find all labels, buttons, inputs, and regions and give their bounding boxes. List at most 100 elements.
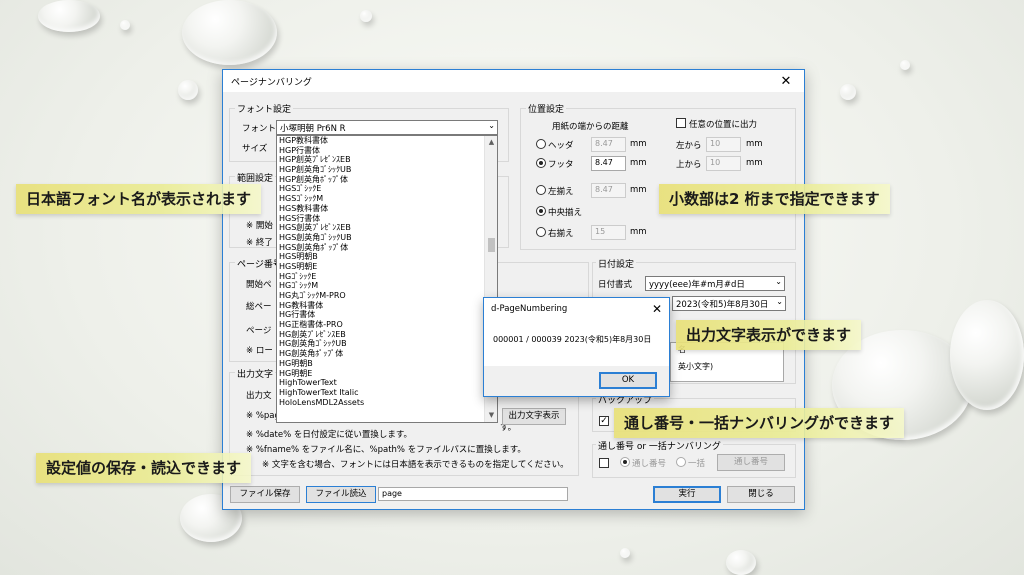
callout-fonts: 日本語フォント名が表示されます [16, 184, 262, 214]
align-center-radio[interactable]: 中央揃え [536, 206, 582, 218]
font-list-item[interactable]: HG創英ﾌﾟﾚｾﾞﾝｽEB [279, 330, 484, 340]
chevron-down-icon[interactable]: ▼ [485, 409, 497, 422]
header-distance-input[interactable]: 8.47 [591, 137, 626, 152]
serial-number-button[interactable]: 通し番号 [717, 454, 785, 471]
font-list-item[interactable]: HighTowerText [279, 378, 484, 388]
font-list-item[interactable]: HGS教科書体 [279, 204, 484, 214]
page-label: ページ [246, 326, 272, 336]
align-left-label: 左揃え [548, 187, 574, 197]
font-list-item[interactable]: HG教科書体 [279, 301, 484, 311]
header-radio[interactable]: ヘッダ [536, 139, 574, 151]
filename-input[interactable]: page [378, 487, 568, 501]
batch-radio[interactable]: 一括 [676, 457, 705, 469]
align-left-input[interactable]: 8.47 [591, 183, 626, 198]
note-date: ※ %date% を日付設定に従い置換します。 [246, 430, 412, 440]
backup-checkbox[interactable]: ✓ [599, 416, 609, 426]
align-right-radio[interactable]: 右揃え [536, 227, 574, 239]
save-file-button[interactable]: ファイル保存 [230, 486, 300, 503]
font-list-item[interactable]: HG丸ｺﾞｼｯｸM-PRO [279, 291, 484, 301]
serial-radio[interactable]: 通し番号 [620, 457, 666, 469]
chevron-down-icon: ⌄ [776, 297, 783, 306]
callout-serial: 通し番号・一括ナンバリングができます [614, 408, 905, 438]
align-center-radio-dot[interactable] [536, 206, 546, 216]
ok-button[interactable]: OK [599, 372, 657, 389]
serial-label: 通し番号 [632, 459, 667, 469]
dialog-titlebar: ページナンバリング ✕ [223, 70, 804, 92]
close-icon[interactable]: ✕ [776, 74, 796, 89]
footer-radio-dot[interactable] [536, 158, 546, 168]
arbitrary-position-checkbox[interactable]: 任意の位置に出力 [676, 118, 757, 130]
unit-label: mm [746, 158, 763, 168]
callout-decimals: 小数部は2 桁まで指定できます [659, 184, 890, 214]
font-list-item[interactable]: HoloLensMDL2Assets [279, 398, 484, 408]
close-icon[interactable]: ✕ [652, 302, 662, 316]
align-right-input[interactable]: 15 [591, 225, 626, 240]
callout-output: 出力文字表示ができます [676, 320, 862, 350]
font-list-item[interactable]: HG正楷書体-PRO [279, 320, 484, 330]
message-box: d-PageNumbering ✕ 000001 / 000039 2023(令… [483, 297, 670, 397]
date-value-text: 2023(令和5)年8月30日 [676, 300, 769, 310]
page-note: ※ ロー [246, 346, 273, 356]
font-select[interactable]: 小塚明朝 Pr6N R ⌄ [276, 120, 498, 135]
water-drop [726, 550, 756, 575]
font-list-item[interactable]: HGS明朝E [279, 262, 484, 272]
align-left-radio-dot[interactable] [536, 185, 546, 195]
date-format-label: 日付書式 [598, 280, 633, 290]
font-list-item[interactable]: HGｺﾞｼｯｸM [279, 281, 484, 291]
font-list-item[interactable]: HGP行書体 [279, 146, 484, 156]
water-drop [620, 548, 630, 558]
font-list-item[interactable]: HGS創英角ﾎﾟｯﾌﾟ体 [279, 243, 484, 253]
left-from-label: 左から [676, 141, 702, 151]
font-label: フォント [242, 124, 277, 134]
total-page-label: 総ペー [246, 302, 272, 312]
font-list-item[interactable]: HG創英角ｺﾞｼｯｸUB [279, 339, 484, 349]
font-list-item[interactable]: HG行書体 [279, 310, 484, 320]
preview-output-button[interactable]: 出力文字表示 [502, 408, 566, 425]
date-value-select[interactable]: 2023(令和5)年8月30日 ⌄ [672, 296, 786, 311]
distance-label: 用紙の端からの距離 [552, 122, 629, 132]
font-select-value: 小塚明朝 Pr6N R [280, 124, 346, 134]
load-file-button[interactable]: ファイル読込 [306, 486, 376, 503]
water-drop [182, 0, 277, 65]
font-list-item[interactable]: HighTowerText Italic [279, 388, 484, 398]
date-format-select[interactable]: yyyy(eee)年#m月#d日 ⌄ [645, 276, 785, 291]
scrollbar-thumb[interactable] [488, 238, 495, 252]
header-radio-dot[interactable] [536, 139, 546, 149]
align-left-radio[interactable]: 左揃え [536, 185, 574, 197]
font-list-item[interactable]: HGP創英ﾌﾟﾚｾﾞﾝｽEB [279, 155, 484, 165]
font-settings-title: フォント設定 [235, 102, 294, 115]
message-text: 000001 / 000039 2023(令和5)年8月30日 [493, 335, 652, 344]
font-list-item[interactable]: HGｺﾞｼｯｸE [279, 272, 484, 282]
font-list-item[interactable]: HGP創英角ﾎﾟｯﾌﾟ体 [279, 175, 484, 185]
align-right-radio-dot[interactable] [536, 227, 546, 237]
batch-radio-dot[interactable] [676, 457, 686, 467]
serial-batch-checkbox[interactable] [599, 458, 609, 468]
run-button[interactable]: 実行 [653, 486, 721, 503]
font-list-item[interactable]: HGP教科書体 [279, 136, 484, 146]
output-text-title: 出力文字 [235, 367, 276, 380]
top-from-label: 上から [676, 160, 702, 170]
close-button[interactable]: 閉じる [727, 486, 795, 503]
font-list-item[interactable]: HG創英角ﾎﾟｯﾌﾟ体 [279, 349, 484, 359]
font-list-item[interactable]: HG明朝E [279, 369, 484, 379]
font-list-item[interactable]: HGSｺﾞｼｯｸM [279, 194, 484, 204]
font-list-item[interactable]: HG明朝B [279, 359, 484, 369]
footer-distance-input[interactable]: 8.47 [591, 156, 626, 171]
font-list-item[interactable]: HGS行書体 [279, 214, 484, 224]
chevron-up-icon[interactable]: ▲ [485, 136, 497, 149]
arbitrary-label: 任意の位置に出力 [689, 120, 758, 130]
water-drop [120, 20, 130, 30]
batch-label: 一括 [688, 459, 706, 469]
font-dropdown-list[interactable]: HGP教科書体 HGP行書体 HGP創英ﾌﾟﾚｾﾞﾝｽEB HGP創英角ｺﾞｼｯｸUB… [276, 135, 498, 423]
font-list-item[interactable]: HGS明朝B [279, 252, 484, 262]
serial-radio-dot[interactable] [620, 457, 630, 467]
font-list-item[interactable]: HGS創英角ｺﾞｼｯｸUB [279, 233, 484, 243]
footer-radio[interactable]: フッタ [536, 158, 574, 170]
font-list-item[interactable]: HGP創英角ｺﾞｼｯｸUB [279, 165, 484, 175]
top-from-input[interactable]: 10 [706, 156, 741, 171]
font-list-item[interactable]: HGSｺﾞｼｯｸE [279, 184, 484, 194]
font-list-item[interactable]: HGS創英ﾌﾟﾚｾﾞﾝｽEB [279, 223, 484, 233]
message-box-footer: OK [484, 366, 669, 396]
left-from-input[interactable]: 10 [706, 137, 741, 152]
arbitrary-checkbox-box[interactable] [676, 118, 686, 128]
